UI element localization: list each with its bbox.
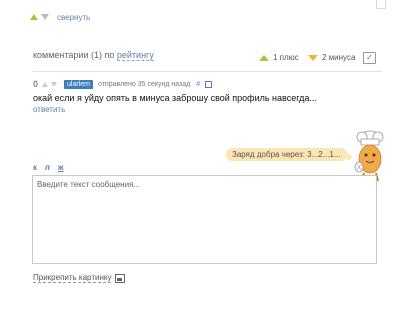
italic-button[interactable]: п <box>45 163 50 172</box>
comment-score: 0 <box>33 79 39 89</box>
arrow-down-icon <box>41 14 49 20</box>
attach-image-link[interactable]: Прикрепить картинку <box>33 273 112 283</box>
underline-button[interactable]: ж <box>58 163 64 172</box>
minus-votes-label: 2 минуса <box>322 53 356 62</box>
plus-votes-label: 1 плюс <box>273 53 299 62</box>
permalink-icon[interactable]: # <box>196 81 200 88</box>
arrow-up-icon <box>30 14 38 20</box>
bold-button[interactable]: к <box>33 163 37 172</box>
vote-up-icon[interactable] <box>42 81 49 87</box>
comments-header: комментарии (1) по рейтингу <box>33 50 154 61</box>
collapse-link[interactable]: свернуть <box>57 13 90 22</box>
image-icon[interactable] <box>115 273 126 283</box>
attach-image[interactable]: Прикрепить картинку <box>33 273 126 283</box>
sort-by-rating-link[interactable]: рейтингу <box>116 50 154 61</box>
comments-count-label: комментарии (1) по <box>33 50 115 60</box>
reply-link[interactable]: ответить <box>33 105 65 114</box>
message-input[interactable] <box>32 175 377 264</box>
comment-time: отправлено 35 секунд назад <box>97 80 191 88</box>
divider <box>33 71 382 72</box>
thumb-up-icon <box>259 54 269 61</box>
format-toolbar: к п ж <box>33 163 64 172</box>
comment-text: окай если я уйду опять в минуса заброшу … <box>33 93 317 103</box>
username-badge[interactable]: ularlem <box>64 79 93 89</box>
minus-votes-button[interactable]: 2 минуса <box>308 53 355 62</box>
thumb-down-icon <box>308 54 318 61</box>
collapse-toggle[interactable]: свернуть <box>30 10 90 24</box>
checkmark-icon[interactable]: ✓ <box>363 52 376 64</box>
comment-meta: 0 ularlem отправлено 35 секунд назад # <box>33 79 213 89</box>
quote-icon[interactable] <box>205 80 213 88</box>
karma-timer-bubble: Заряд добра через: 3...2...1... <box>226 148 352 161</box>
vote-down-icon[interactable] <box>51 81 58 87</box>
corner-frame <box>376 0 386 9</box>
plus-votes-button[interactable]: 1 плюс <box>259 53 299 62</box>
